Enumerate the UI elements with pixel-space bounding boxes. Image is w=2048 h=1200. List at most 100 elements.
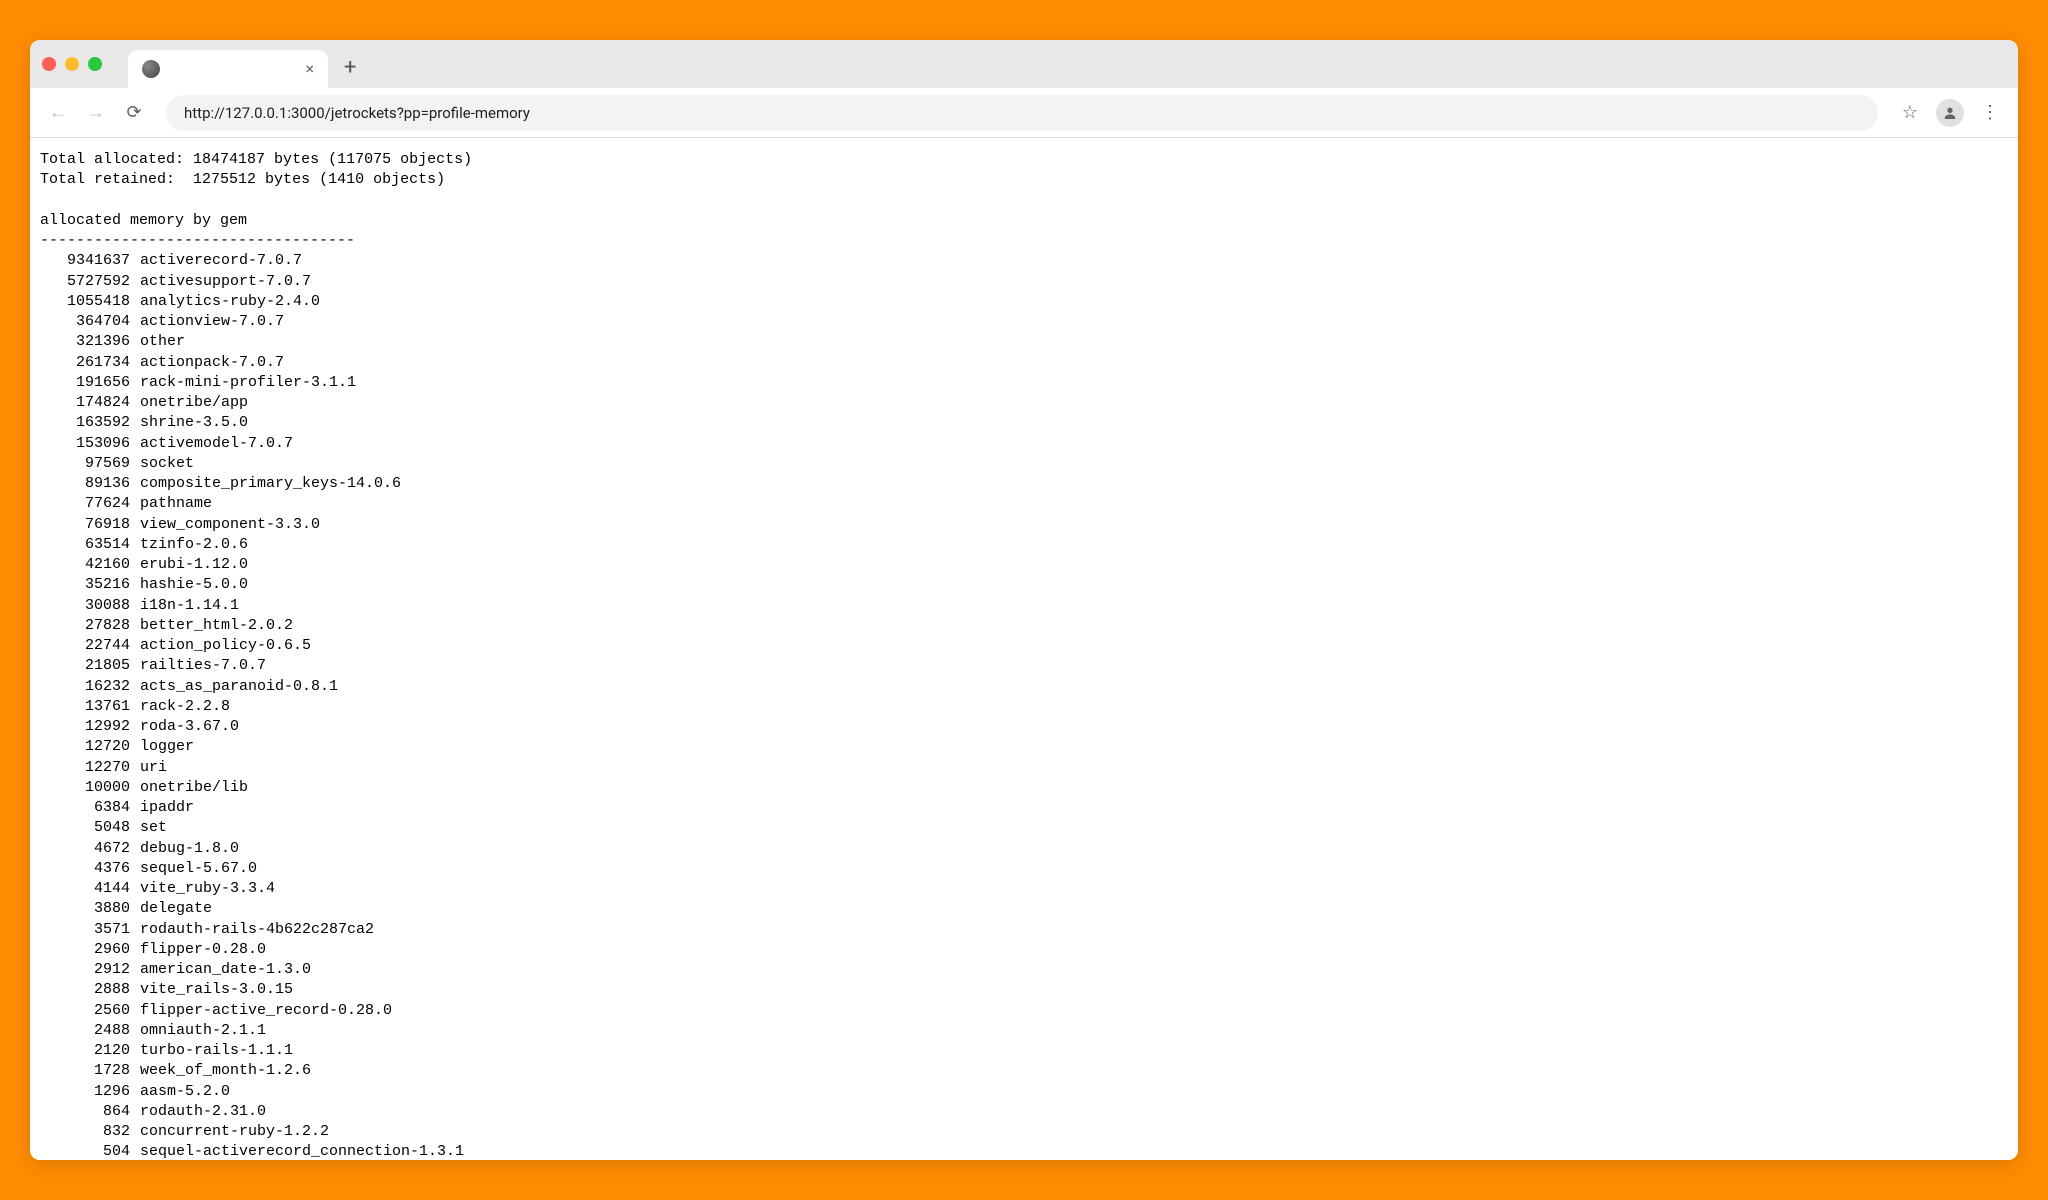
gem-name: onetribe/app (140, 393, 248, 413)
memory-row: 2888vite_rails-3.0.15 (40, 980, 2008, 1000)
close-window-button[interactable] (42, 57, 56, 71)
bytes-value: 504 (40, 1142, 140, 1160)
memory-row: 77624pathname (40, 494, 2008, 514)
gem-name: acts_as_paranoid-0.8.1 (140, 677, 338, 697)
bytes-value: 76918 (40, 515, 140, 535)
bytes-value: 12270 (40, 758, 140, 778)
close-tab-icon[interactable]: × (305, 61, 314, 77)
bytes-value: 12720 (40, 737, 140, 757)
total-retained-line: Total retained: 1275512 bytes (1410 obje… (40, 171, 445, 188)
bytes-value: 97569 (40, 454, 140, 474)
memory-row: 3880delegate (40, 899, 2008, 919)
bytes-value: 5048 (40, 818, 140, 838)
gem-name: vite_rails-3.0.15 (140, 980, 293, 1000)
memory-row: 2960flipper-0.28.0 (40, 940, 2008, 960)
gem-name: rodauth-rails-4b622c287ca2 (140, 920, 374, 940)
memory-row: 864rodauth-2.31.0 (40, 1102, 2008, 1122)
memory-row: 12992roda-3.67.0 (40, 717, 2008, 737)
menu-icon[interactable]: ⋮ (1976, 102, 2004, 123)
bytes-value: 30088 (40, 596, 140, 616)
memory-row: 2488omniauth-2.1.1 (40, 1021, 2008, 1041)
gem-name: other (140, 332, 185, 352)
memory-row: 3571rodauth-rails-4b622c287ca2 (40, 920, 2008, 940)
browser-tab[interactable]: × (128, 50, 328, 88)
bytes-value: 4144 (40, 879, 140, 899)
total-allocated-line: Total allocated: 18474187 bytes (117075 … (40, 151, 472, 168)
gem-name: roda-3.67.0 (140, 717, 239, 737)
bytes-value: 5727592 (40, 272, 140, 292)
bytes-value: 1055418 (40, 292, 140, 312)
toolbar-right: ☆ ⋮ (1896, 99, 2004, 127)
bytes-value: 364704 (40, 312, 140, 332)
gem-name: aasm-5.2.0 (140, 1082, 230, 1102)
gem-name: actionpack-7.0.7 (140, 353, 284, 373)
profile-avatar[interactable] (1936, 99, 1964, 127)
bytes-value: 4376 (40, 859, 140, 879)
bytes-value: 13761 (40, 697, 140, 717)
memory-row: 4144vite_ruby-3.3.4 (40, 879, 2008, 899)
memory-row: 76918view_component-3.3.0 (40, 515, 2008, 535)
memory-row: 9341637activerecord-7.0.7 (40, 251, 2008, 271)
divider: ----------------------------------- (40, 232, 355, 249)
minimize-window-button[interactable] (65, 57, 79, 71)
bytes-value: 4672 (40, 839, 140, 859)
memory-rows: 9341637activerecord-7.0.7 5727592actives… (40, 251, 2008, 1160)
memory-row: 21805railties-7.0.7 (40, 656, 2008, 676)
bytes-value: 16232 (40, 677, 140, 697)
gem-name: debug-1.8.0 (140, 839, 239, 859)
bytes-value: 89136 (40, 474, 140, 494)
bytes-value: 6384 (40, 798, 140, 818)
back-button[interactable]: ← (44, 99, 72, 127)
bookmark-icon[interactable]: ☆ (1896, 102, 1924, 123)
memory-row: 364704actionview-7.0.7 (40, 312, 2008, 332)
section-title: allocated memory by gem (40, 212, 247, 229)
bytes-value: 1728 (40, 1061, 140, 1081)
bytes-value: 2488 (40, 1021, 140, 1041)
browser-chrome: × + ← → ⟳ http://127.0.0.1:3000/jetrocke… (30, 40, 2018, 138)
memory-row: 2120turbo-rails-1.1.1 (40, 1041, 2008, 1061)
gem-name: ipaddr (140, 798, 194, 818)
gem-name: delegate (140, 899, 212, 919)
gem-name: activemodel-7.0.7 (140, 434, 293, 454)
gem-name: analytics-ruby-2.4.0 (140, 292, 320, 312)
address-bar[interactable]: http://127.0.0.1:3000/jetrockets?pp=prof… (166, 95, 1878, 131)
maximize-window-button[interactable] (88, 57, 102, 71)
memory-row: 174824onetribe/app (40, 393, 2008, 413)
bytes-value: 191656 (40, 373, 140, 393)
forward-button[interactable]: → (82, 99, 110, 127)
gem-name: flipper-active_record-0.28.0 (140, 1001, 392, 1021)
new-tab-button[interactable]: + (334, 55, 366, 80)
reload-button[interactable]: ⟳ (120, 99, 148, 127)
bytes-value: 864 (40, 1102, 140, 1122)
memory-row: 30088i18n-1.14.1 (40, 596, 2008, 616)
browser-toolbar: ← → ⟳ http://127.0.0.1:3000/jetrockets?p… (30, 88, 2018, 138)
gem-name: concurrent-ruby-1.2.2 (140, 1122, 329, 1142)
gem-name: better_html-2.0.2 (140, 616, 293, 636)
gem-name: uri (140, 758, 167, 778)
gem-name: turbo-rails-1.1.1 (140, 1041, 293, 1061)
memory-row: 35216hashie-5.0.0 (40, 575, 2008, 595)
bytes-value: 27828 (40, 616, 140, 636)
gem-name: flipper-0.28.0 (140, 940, 266, 960)
memory-row: 5727592activesupport-7.0.7 (40, 272, 2008, 292)
browser-window: × + ← → ⟳ http://127.0.0.1:3000/jetrocke… (30, 40, 2018, 1160)
gem-name: composite_primary_keys-14.0.6 (140, 474, 401, 494)
gem-name: sequel-activerecord_connection-1.3.1 (140, 1142, 464, 1160)
gem-name: sequel-5.67.0 (140, 859, 257, 879)
memory-row: 89136composite_primary_keys-14.0.6 (40, 474, 2008, 494)
bytes-value: 77624 (40, 494, 140, 514)
memory-row: 22744action_policy-0.6.5 (40, 636, 2008, 656)
memory-row: 2560flipper-active_record-0.28.0 (40, 1001, 2008, 1021)
gem-name: onetribe/lib (140, 778, 248, 798)
gem-name: socket (140, 454, 194, 474)
bytes-value: 3571 (40, 920, 140, 940)
gem-name: actionview-7.0.7 (140, 312, 284, 332)
gem-name: rack-2.2.8 (140, 697, 230, 717)
gem-name: activesupport-7.0.7 (140, 272, 311, 292)
memory-row: 12270uri (40, 758, 2008, 778)
bytes-value: 174824 (40, 393, 140, 413)
memory-row: 191656rack-mini-profiler-3.1.1 (40, 373, 2008, 393)
memory-row: 1055418analytics-ruby-2.4.0 (40, 292, 2008, 312)
bytes-value: 2912 (40, 960, 140, 980)
gem-name: week_of_month-1.2.6 (140, 1061, 311, 1081)
